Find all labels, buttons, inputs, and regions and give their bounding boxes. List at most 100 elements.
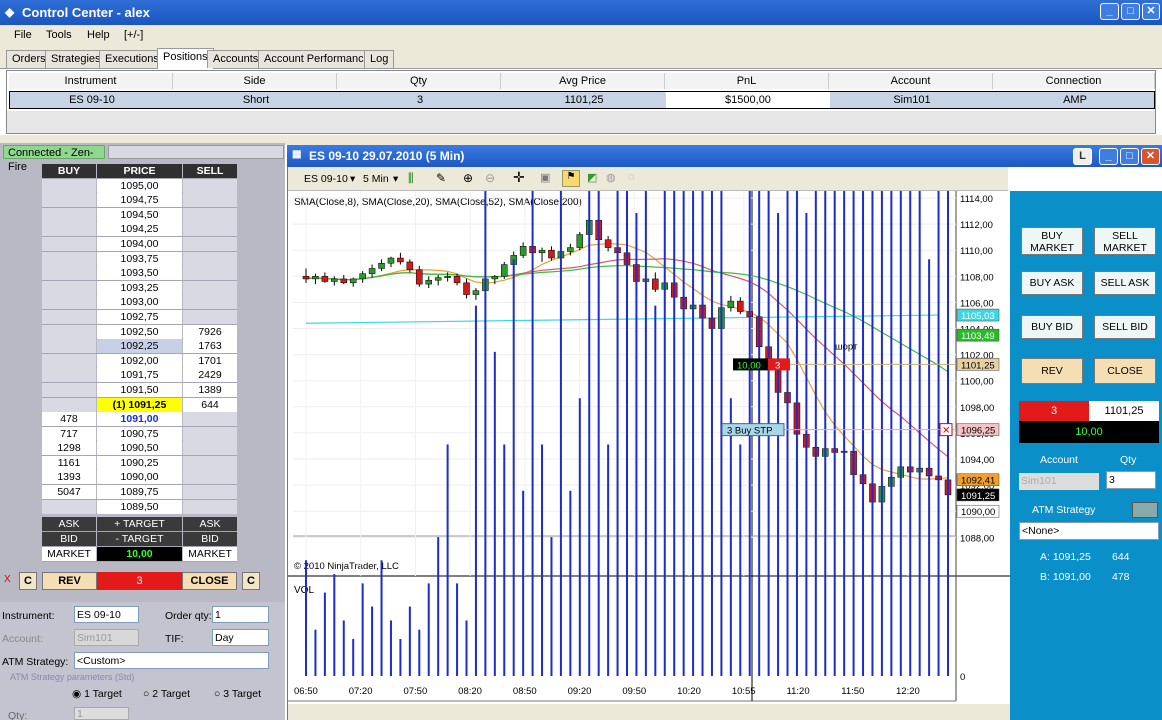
target3-radio[interactable]: ○ 3 Target (214, 688, 261, 700)
ask-size-cell[interactable] (183, 280, 237, 295)
ladder-row[interactable]: 1089,50 (42, 499, 237, 515)
tab-accounts[interactable]: Accounts (207, 50, 265, 68)
ask-size-cell[interactable] (183, 499, 237, 514)
bid-size-cell[interactable] (42, 236, 96, 251)
ladder-row[interactable]: 1092,00 1701 (42, 353, 237, 369)
ask-row[interactable]: ASK + TARGET ASK (42, 517, 237, 532)
qty-stepper[interactable]: 3 (1106, 471, 1156, 489)
crosshair-icon[interactable]: ✛ (513, 169, 525, 186)
tab-strategies[interactable]: Strategies (45, 50, 107, 68)
ask-size-cell[interactable] (183, 193, 237, 208)
buy-market-button[interactable]: MARKET (42, 547, 96, 561)
ladder-row[interactable]: 1094,75 (42, 193, 237, 208)
target-qty-input[interactable]: 1 (74, 707, 129, 720)
col-pnl[interactable]: PnL (665, 73, 829, 89)
refresh-icon[interactable]: ◌ (628, 171, 635, 183)
ask-size-cell[interactable]: 7926 (183, 324, 237, 339)
menu-expand[interactable]: [+/-] (124, 29, 143, 41)
col-avg-price[interactable]: Avg Price (501, 73, 665, 89)
ladder-row[interactable]: 1298 1090,50 (42, 441, 237, 456)
sell-market-button[interactable]: MARKET (183, 547, 237, 561)
ask-size-cell[interactable] (183, 222, 237, 237)
col-connection[interactable]: Connection (993, 73, 1155, 89)
ladder-row[interactable]: (1) 1091,25 644 (42, 397, 237, 413)
ask-size-cell[interactable] (183, 485, 237, 500)
ask-size-cell[interactable] (183, 470, 237, 485)
ask-size-cell[interactable] (183, 426, 237, 441)
link-icon[interactable]: L (1073, 148, 1092, 165)
account-select[interactable]: Sim101 (74, 629, 139, 646)
horizontal-scrollbar[interactable] (288, 704, 1010, 720)
bid-size-cell[interactable] (42, 499, 96, 514)
ask-size-cell[interactable] (183, 266, 237, 281)
tab-positions[interactable]: Positions (157, 48, 214, 69)
ladder-row[interactable]: 1094,50 (42, 207, 237, 223)
bid-size-cell[interactable] (42, 353, 96, 368)
pencil-icon[interactable]: ✎ (436, 171, 446, 185)
indicator-icon[interactable]: ◩ (587, 171, 597, 184)
bid-size-cell[interactable] (42, 295, 96, 310)
atm-strategy-button[interactable] (1132, 502, 1158, 518)
bid-size-cell[interactable] (42, 324, 96, 339)
ladder-row[interactable]: 1091,75 2429 (42, 368, 237, 383)
chart-trader-icon[interactable]: ⚑ (562, 170, 580, 187)
col-side[interactable]: Side (173, 73, 337, 89)
bid-size-cell[interactable]: 5047 (42, 485, 96, 500)
bid-size-cell[interactable]: 1161 (42, 455, 96, 470)
target2-radio[interactable]: ○ 2 Target (143, 688, 190, 700)
bid-size-cell[interactable]: 478 (42, 412, 96, 427)
ask-size-cell[interactable] (183, 455, 237, 470)
bid-size-cell[interactable] (42, 222, 96, 237)
rev-button[interactable]: REV (1021, 358, 1083, 384)
market-row[interactable]: MARKET 10,00 MARKET (42, 547, 237, 562)
chart-close-icon[interactable]: ✕ (1141, 148, 1160, 165)
minimize-icon[interactable]: _ (1100, 3, 1119, 20)
bid-size-cell[interactable] (42, 266, 96, 281)
atm-strategy-select[interactable]: <Custom> (74, 652, 269, 669)
ask-size-cell[interactable] (183, 295, 237, 310)
ask-size-cell[interactable] (183, 441, 237, 456)
bid-size-cell[interactable] (42, 309, 96, 324)
instrument-selector[interactable]: ES 09-10 (304, 173, 348, 185)
close-left-button[interactable]: C (19, 572, 37, 590)
col-qty[interactable]: Qty (337, 73, 501, 89)
account-select[interactable]: Sim101 (1019, 473, 1099, 490)
chevron-down-icon[interactable]: ▾ (393, 173, 398, 185)
bid-size-cell[interactable] (42, 339, 96, 354)
zoom-out-icon[interactable]: ⊖ (485, 171, 495, 185)
plus-target[interactable]: + TARGET (97, 517, 182, 531)
chart-style-icon[interactable]: ⫼ (408, 171, 414, 186)
zoom-in-icon[interactable]: ⊕ (463, 171, 473, 185)
sell-market-button[interactable]: SELL MARKET (1094, 227, 1156, 255)
ladder-row[interactable]: 1091,50 1389 (42, 382, 237, 398)
ask-label-left[interactable]: ASK (42, 517, 96, 531)
menu-help[interactable]: Help (87, 29, 110, 41)
ladder-row[interactable]: 1161 1090,25 (42, 455, 237, 471)
bid-label-right[interactable]: BID (183, 532, 237, 546)
ladder-row[interactable]: 1393 1090,00 (42, 470, 237, 486)
table-row[interactable]: ES 09-10 Short 3 1101,25 $1500,00 Sim101… (9, 91, 1155, 109)
price-chart[interactable]: SMA(Close,8), SMA(Close,20), SMA(Close,5… (288, 191, 1010, 720)
buy-bid-button[interactable]: BUY BID (1021, 315, 1083, 339)
ladder-row[interactable]: 1093,50 (42, 266, 237, 281)
bid-size-cell[interactable] (42, 280, 96, 295)
sell-bid-button[interactable]: SELL BID (1094, 315, 1156, 339)
close-right-button[interactable]: C (242, 572, 260, 590)
bid-size-cell[interactable]: 717 (42, 426, 96, 441)
ladder-row[interactable]: 478 1091,00 (42, 412, 237, 427)
cancel-x-icon[interactable]: X (4, 574, 11, 585)
bid-size-cell[interactable] (42, 178, 96, 193)
close-button[interactable]: CLOSE (1094, 358, 1156, 384)
sell-ask-button[interactable]: SELL ASK (1094, 271, 1156, 295)
target1-radio[interactable]: ◉ 1 Target (72, 688, 122, 700)
rev-button[interactable]: REV (42, 572, 97, 590)
ladder-row[interactable]: 717 1090,75 (42, 426, 237, 442)
ladder-row[interactable]: 1092,75 (42, 309, 237, 325)
instrument-select[interactable]: ES 09-10 (74, 606, 139, 623)
bid-size-cell[interactable] (42, 207, 96, 222)
ask-size-cell[interactable] (183, 178, 237, 193)
ladder-row[interactable]: 1093,00 (42, 295, 237, 310)
menu-file[interactable]: File (14, 29, 32, 41)
ladder-row[interactable]: 5047 1089,75 (42, 485, 237, 500)
col-account[interactable]: Account (829, 73, 993, 89)
